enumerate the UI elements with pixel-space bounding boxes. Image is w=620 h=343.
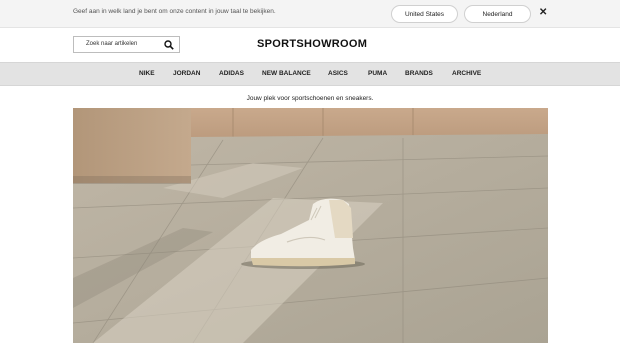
site-logo[interactable]: SPORTSHOWROOM [257,38,367,50]
nav-item-nike[interactable]: NIKE [139,70,155,77]
nav-item-archive[interactable]: ARCHIVE [452,70,481,77]
main-nav: NIKE JORDAN ADIDAS NEW BALANCE ASICS PUM… [0,62,620,86]
hero-banner[interactable] [73,108,548,343]
nav-item-adidas[interactable]: ADIDAS [219,70,244,77]
search-icon[interactable] [164,40,174,50]
search-input[interactable]: Zoek naar artikelen [73,36,180,53]
sneaker-photo [73,108,548,343]
locale-bar: Geef aan in welk land je bent om onze co… [0,0,620,28]
country-option-united-states[interactable]: United States [391,5,458,23]
tagline: Jouw plek voor sportschoenen en sneakers… [246,95,374,102]
nav-item-brands[interactable]: BRANDS [405,70,433,77]
nav-item-puma[interactable]: PUMA [368,70,387,77]
close-icon[interactable]: ✕ [539,7,547,18]
country-option-nederland[interactable]: Nederland [464,5,531,23]
search-placeholder: Zoek naar artikelen [86,41,138,47]
site-header: Zoek naar artikelen SPORTSHOWROOM [0,28,620,62]
locale-message: Geef aan in welk land je bent om onze co… [73,8,276,15]
nav-item-jordan[interactable]: JORDAN [173,70,200,77]
nav-item-asics[interactable]: ASICS [328,70,348,77]
nav-item-new-balance[interactable]: NEW BALANCE [262,70,311,77]
